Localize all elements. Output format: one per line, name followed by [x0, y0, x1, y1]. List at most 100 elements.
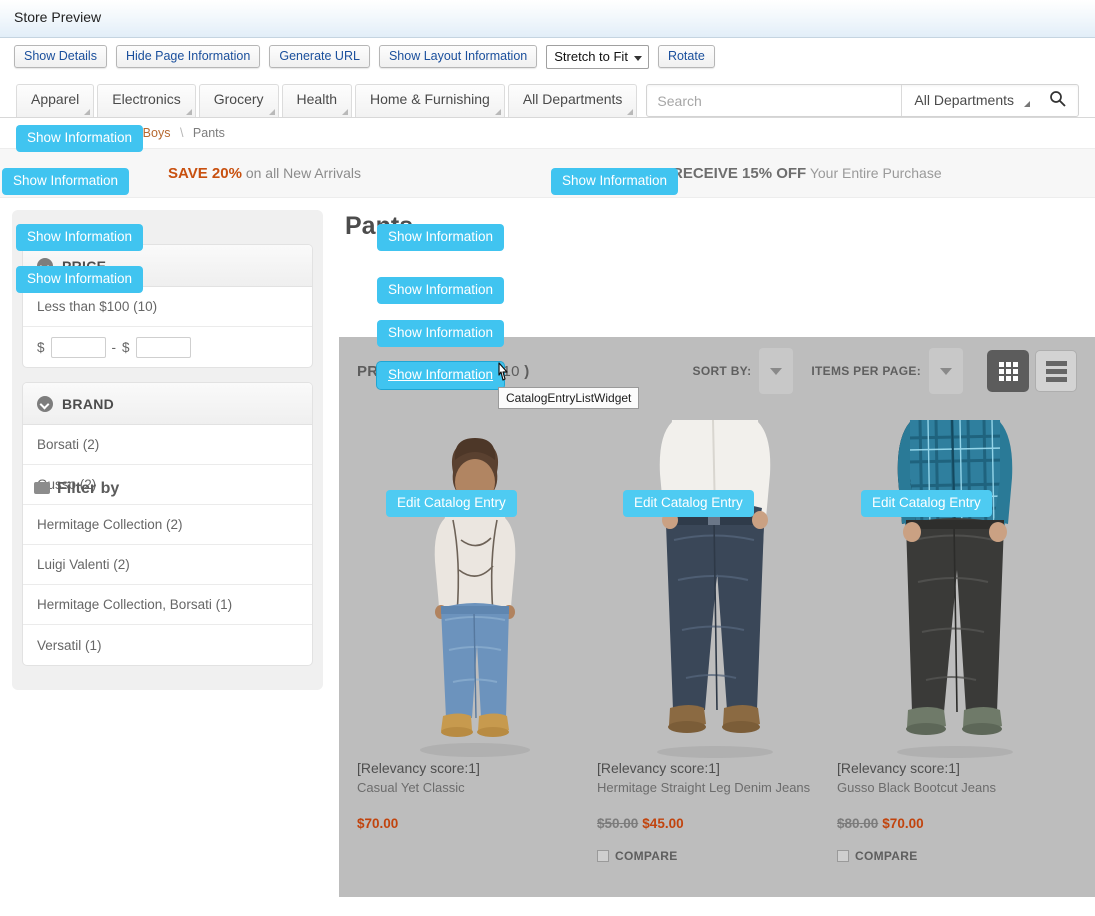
- checkbox-icon[interactable]: [597, 850, 609, 862]
- hide-page-information-button[interactable]: Hide Page Information: [115, 45, 261, 68]
- show-information-chip-page-title[interactable]: Show Information: [377, 224, 505, 251]
- show-information-chip-promo-right[interactable]: Show Information: [551, 168, 679, 195]
- triangle-resize-icon: [84, 109, 91, 115]
- show-information-chip-promo-left[interactable]: Show Information: [2, 168, 130, 195]
- currency-symbol-min: $: [37, 339, 45, 355]
- promo-left-bold: SAVE 20%: [168, 164, 242, 182]
- store-navbar: Apparel Electronics Grocery Health Home …: [0, 76, 1095, 118]
- main-content: Filter by PRICE Less than $100 (10) $ - …: [0, 198, 1095, 897]
- filter-item-brand-luigi-valenti[interactable]: Luigi Valenti (2): [23, 545, 312, 585]
- product-price-old: $50.00: [597, 816, 639, 831]
- nav-tab-label: Electronics: [112, 91, 181, 107]
- breadcrumb: Home \ Apparel \ Boys \ Pants: [0, 118, 1095, 148]
- breadcrumb-separator: \: [179, 126, 184, 140]
- nav-tab-home-furnishing[interactable]: Home & Furnishing: [355, 84, 505, 117]
- search-department-select[interactable]: All Departments: [901, 85, 1036, 116]
- product-price: $70.00: [357, 816, 593, 831]
- show-layout-information-button[interactable]: Show Layout Information: [378, 45, 538, 68]
- filter-item-brand-hermitage-borsati[interactable]: Hermitage Collection, Borsati (1): [23, 585, 312, 625]
- product-price-current: $70.00: [882, 816, 924, 831]
- search-box: All Departments: [646, 84, 1079, 117]
- show-details-button[interactable]: Show Details: [14, 45, 107, 68]
- checkbox-icon[interactable]: [837, 850, 849, 862]
- product-grid: [Relevancy score:1] Casual Yet Classic $…: [339, 405, 1095, 897]
- product-relevancy-score: [Relevancy score:1]: [357, 760, 480, 776]
- filter-item-price-less-than-100[interactable]: Less than $100 (10): [23, 287, 312, 327]
- compare-label: COMPARE: [855, 849, 918, 863]
- promo-right-lead: RECEIVE 15% OFF: [672, 164, 807, 182]
- show-information-chip-content-1[interactable]: Show Information: [377, 277, 505, 304]
- nav-tab-label: Apparel: [31, 91, 80, 107]
- compare-checkbox-row[interactable]: COMPARE: [837, 849, 1073, 863]
- promo-right-text: RECEIVE 15% OFF Your Entire Purchase: [672, 165, 942, 182]
- currency-symbol-max: $: [122, 339, 130, 355]
- price-min-input[interactable]: [50, 336, 106, 358]
- list-view-button[interactable]: [1035, 350, 1077, 392]
- sort-by-dropdown[interactable]: [759, 348, 794, 394]
- widget-tooltip: CatalogEntryListWidget: [498, 387, 640, 409]
- show-information-chip-sidebar-top[interactable]: Show Information: [16, 224, 144, 251]
- search-input[interactable]: [647, 92, 902, 109]
- filter-by-label: Filter by: [57, 480, 120, 497]
- breadcrumb-item-boys[interactable]: Boys: [143, 126, 171, 140]
- promo-band: SAVE 20% on all New Arrivals RECEIVE 15%…: [0, 148, 1095, 198]
- price-range-dash: -: [111, 339, 117, 355]
- sort-by-label: SORT BY:: [692, 364, 752, 378]
- triangle-resize-icon: [494, 109, 501, 115]
- filter-item-brand-hermitage-collection[interactable]: Hermitage Collection (2): [23, 505, 312, 545]
- search-icon[interactable]: [1036, 90, 1078, 112]
- triangle-resize-icon: [627, 109, 634, 115]
- edit-catalog-entry-button-1[interactable]: Edit Catalog Entry: [386, 490, 517, 517]
- nav-tab-all-departments[interactable]: All Departments: [507, 84, 638, 117]
- promo-left-text: SAVE 20% on all New Arrivals: [168, 165, 361, 182]
- promo-right-rest: Your Entire Purchase: [806, 164, 942, 181]
- triangle-resize-icon: [185, 109, 192, 115]
- rotate-button[interactable]: Rotate: [657, 45, 715, 68]
- show-information-chip-catalog-entry-list[interactable]: Show Information: [375, 361, 506, 390]
- nav-tab-apparel[interactable]: Apparel: [16, 84, 95, 117]
- show-information-chip-content-2[interactable]: Show Information: [377, 320, 505, 347]
- product-price-current: $45.00: [642, 816, 684, 831]
- triangle-resize-icon: [268, 109, 275, 115]
- preview-toolbar: Show Details Hide Page Information Gener…: [0, 38, 1095, 76]
- edit-catalog-entry-button-2[interactable]: Edit Catalog Entry: [623, 490, 754, 517]
- show-information-chip-filter-by[interactable]: Show Information: [16, 266, 144, 293]
- price-max-input[interactable]: [135, 336, 191, 358]
- items-per-page-dropdown[interactable]: [929, 348, 963, 394]
- product-name[interactable]: Gusso Black Bootcut Jeans: [837, 779, 1073, 797]
- product-price: $80.00 $70.00: [837, 816, 1073, 831]
- nav-tab-health[interactable]: Health: [281, 84, 352, 117]
- filter-item-brand-versatil[interactable]: Versatil (1): [23, 625, 312, 665]
- nav-tab-label: All Departments: [522, 91, 623, 107]
- product-price-current: $70.00: [357, 816, 399, 831]
- product-image: [357, 405, 593, 760]
- nav-tab-grocery[interactable]: Grocery: [198, 84, 279, 117]
- product-card[interactable]: [Relevancy score:1] Hermitage Straight L…: [597, 405, 833, 897]
- filter-group-brand-header[interactable]: BRAND: [23, 383, 312, 425]
- product-relevancy-score: [Relevancy score:1]: [837, 760, 960, 776]
- zoom-mode-select[interactable]: Stretch to Fit: [546, 44, 649, 69]
- nav-tab-electronics[interactable]: Electronics: [97, 84, 196, 117]
- nav-tab-label: Grocery: [213, 91, 264, 107]
- product-card[interactable]: [Relevancy score:1] Gusso Black Bootcut …: [837, 405, 1073, 897]
- nav-tab-label: Home & Furnishing: [370, 91, 490, 107]
- product-card[interactable]: [Relevancy score:1] Casual Yet Classic $…: [357, 405, 593, 897]
- compare-checkbox-row[interactable]: COMPARE: [597, 849, 833, 863]
- product-name[interactable]: Hermitage Straight Leg Denim Jeans: [597, 779, 833, 797]
- product-price-old: $80.00: [837, 816, 879, 831]
- compare-label: COMPARE: [615, 849, 678, 863]
- filter-by-heading: Filter by: [34, 480, 119, 498]
- edit-catalog-entry-button-3[interactable]: Edit Catalog Entry: [861, 490, 992, 517]
- chevron-down-icon: [633, 55, 642, 61]
- show-information-chip-breadcrumb[interactable]: Show Information: [16, 125, 144, 152]
- generate-url-button[interactable]: Generate URL: [269, 45, 370, 68]
- zoom-mode-value: Stretch to Fit: [554, 48, 628, 64]
- window-titlebar: Store Preview: [0, 0, 1095, 38]
- grid-view-button[interactable]: [987, 350, 1029, 392]
- product-image: [837, 405, 1073, 760]
- filter-item-brand-borsati[interactable]: Borsati (2): [23, 425, 312, 465]
- product-count-suffix: ): [524, 362, 530, 380]
- product-name[interactable]: Casual Yet Classic: [357, 779, 593, 797]
- promo-left-rest: on all New Arrivals: [241, 164, 361, 181]
- items-per-page-label: ITEMS PER PAGE:: [811, 364, 921, 378]
